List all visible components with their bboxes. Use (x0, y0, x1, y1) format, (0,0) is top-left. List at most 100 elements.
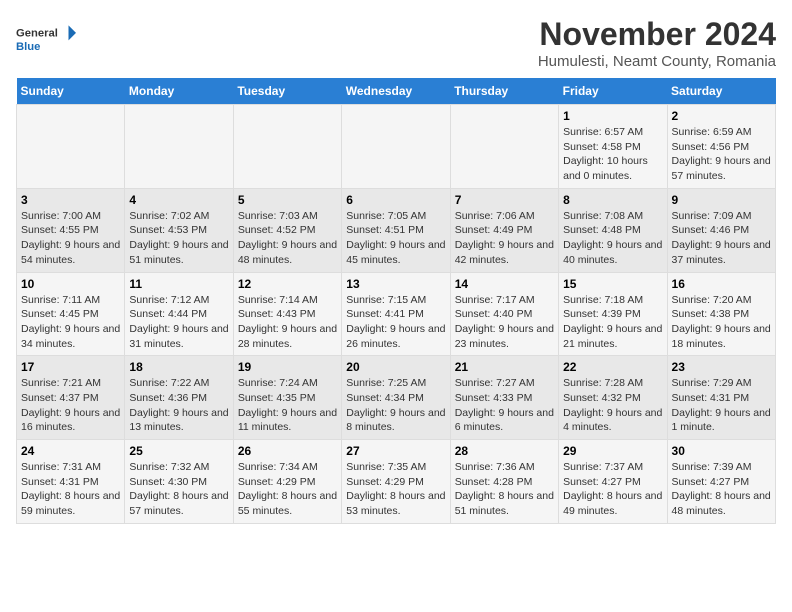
calendar-cell: 1Sunrise: 6:57 AM Sunset: 4:58 PM Daylig… (559, 105, 667, 189)
day-number: 3 (21, 193, 120, 207)
day-info: Sunrise: 7:15 AM Sunset: 4:41 PM Dayligh… (346, 293, 445, 352)
calendar-cell: 9 Sunrise: 7:09 AM Sunset: 4:46 PM Daylig… (667, 188, 775, 272)
calendar-cell: 18 Sunrise: 7:22 AM Sunset: 4:36 PM Dayli… (125, 356, 233, 440)
day-info: Sunrise: 7:27 AM Sunset: 4:33 PM Dayligh… (455, 376, 554, 435)
calendar-cell: 10Sunrise: 7:11 AM Sunset: 4:45 PM Dayli… (17, 272, 125, 356)
calendar-cell: 3 Sunrise: 7:00 AM Sunset: 4:55 PM Daylig… (17, 188, 125, 272)
day-info: Sunrise: 7:09 AM Sunset: 4:46 PM Dayligh… (672, 209, 771, 268)
day-number: 23 (672, 360, 771, 374)
weekday-header: Monday (125, 78, 233, 105)
day-info: Sunrise: 7:36 AM Sunset: 4:28 PM Dayligh… (455, 460, 554, 519)
calendar-cell (17, 105, 125, 189)
calendar-cell: 12 Sunrise: 7:14 AM Sunset: 4:43 PM Dayli… (233, 272, 341, 356)
day-number: 19 (238, 360, 337, 374)
day-number: 26 (238, 444, 337, 458)
calendar-cell (125, 105, 233, 189)
day-number: 7 (455, 193, 554, 207)
logo-svg: General Blue (16, 16, 76, 61)
day-info: Sunrise: 7:00 AM Sunset: 4:55 PM Dayligh… (21, 209, 120, 268)
calendar-cell: 17 Sunrise: 7:21 AM Sunset: 4:37 PM Dayli… (17, 356, 125, 440)
calendar-cell: 29 Sunrise: 7:37 AM Sunset: 4:27 PM Dayli… (559, 440, 667, 524)
calendar-cell: 6 Sunrise: 7:05 AM Sunset: 4:51 PM Daylig… (342, 188, 450, 272)
calendar-cell: 11 Sunrise: 7:12 AM Sunset: 4:44 PM Dayli… (125, 272, 233, 356)
day-info: Sunrise: 7:03 AM Sunset: 4:52 PM Dayligh… (238, 209, 337, 268)
day-number: 5 (238, 193, 337, 207)
day-number: 22 (563, 360, 662, 374)
calendar-cell: 20 Sunrise: 7:25 AM Sunset: 4:34 PM Dayli… (342, 356, 450, 440)
weekday-header: Friday (559, 78, 667, 105)
calendar-cell (342, 105, 450, 189)
day-number: 29 (563, 444, 662, 458)
day-info: Sunrise: 7:20 AM Sunset: 4:38 PM Dayligh… (672, 293, 771, 352)
calendar-cell: 2 Sunrise: 6:59 AM Sunset: 4:56 PM Daylig… (667, 105, 775, 189)
day-info: Sunrise: 7:06 AM Sunset: 4:49 PM Dayligh… (455, 209, 554, 268)
day-number: 18 (129, 360, 228, 374)
day-number: 9 (672, 193, 771, 207)
calendar-cell: 13 Sunrise: 7:15 AM Sunset: 4:41 PM Dayli… (342, 272, 450, 356)
day-info: Sunrise: 7:25 AM Sunset: 4:34 PM Dayligh… (346, 376, 445, 435)
logo: General Blue (16, 16, 76, 61)
day-number: 21 (455, 360, 554, 374)
day-number: 25 (129, 444, 228, 458)
calendar-week-row: 24Sunrise: 7:31 AM Sunset: 4:31 PM Dayli… (17, 440, 776, 524)
weekday-header: Sunday (17, 78, 125, 105)
weekday-header: Saturday (667, 78, 775, 105)
calendar-cell: 23 Sunrise: 7:29 AM Sunset: 4:31 PM Dayli… (667, 356, 775, 440)
day-info: Sunrise: 6:59 AM Sunset: 4:56 PM Dayligh… (672, 125, 771, 184)
day-number: 17 (21, 360, 120, 374)
day-info: Sunrise: 7:14 AM Sunset: 4:43 PM Dayligh… (238, 293, 337, 352)
day-number: 12 (238, 277, 337, 291)
calendar-week-row: 17 Sunrise: 7:21 AM Sunset: 4:37 PM Dayli… (17, 356, 776, 440)
calendar-cell: 16Sunrise: 7:20 AM Sunset: 4:38 PM Dayli… (667, 272, 775, 356)
day-info: Sunrise: 7:11 AM Sunset: 4:45 PM Dayligh… (21, 293, 120, 352)
calendar-cell: 28 Sunrise: 7:36 AM Sunset: 4:28 PM Dayli… (450, 440, 558, 524)
day-info: Sunrise: 7:17 AM Sunset: 4:40 PM Dayligh… (455, 293, 554, 352)
calendar-cell: 21 Sunrise: 7:27 AM Sunset: 4:33 PM Dayli… (450, 356, 558, 440)
calendar-week-row: 1Sunrise: 6:57 AM Sunset: 4:58 PM Daylig… (17, 105, 776, 189)
day-info: Sunrise: 7:29 AM Sunset: 4:31 PM Dayligh… (672, 376, 771, 435)
day-number: 2 (672, 109, 771, 123)
day-info: Sunrise: 7:37 AM Sunset: 4:27 PM Dayligh… (563, 460, 662, 519)
calendar-cell: 26Sunrise: 7:34 AM Sunset: 4:29 PM Dayli… (233, 440, 341, 524)
day-number: 20 (346, 360, 445, 374)
day-number: 6 (346, 193, 445, 207)
calendar-table: SundayMondayTuesdayWednesdayThursdayFrid… (16, 78, 776, 524)
day-number: 27 (346, 444, 445, 458)
weekday-header: Tuesday (233, 78, 341, 105)
day-number: 14 (455, 277, 554, 291)
subtitle: Humulesti, Neamt County, Romania (538, 53, 776, 70)
calendar-week-row: 10Sunrise: 7:11 AM Sunset: 4:45 PM Dayli… (17, 272, 776, 356)
day-number: 13 (346, 277, 445, 291)
calendar-cell: 4 Sunrise: 7:02 AM Sunset: 4:53 PM Daylig… (125, 188, 233, 272)
day-info: Sunrise: 7:32 AM Sunset: 4:30 PM Dayligh… (129, 460, 228, 519)
weekday-header-row: SundayMondayTuesdayWednesdayThursdayFrid… (17, 78, 776, 105)
weekday-header: Wednesday (342, 78, 450, 105)
day-info: Sunrise: 7:02 AM Sunset: 4:53 PM Dayligh… (129, 209, 228, 268)
calendar-cell: 5 Sunrise: 7:03 AM Sunset: 4:52 PM Daylig… (233, 188, 341, 272)
day-info: Sunrise: 7:08 AM Sunset: 4:48 PM Dayligh… (563, 209, 662, 268)
day-info: Sunrise: 7:24 AM Sunset: 4:35 PM Dayligh… (238, 376, 337, 435)
header: General Blue November 2024 Humulesti, Ne… (16, 16, 776, 70)
calendar-cell: 15Sunrise: 7:18 AM Sunset: 4:39 PM Dayli… (559, 272, 667, 356)
calendar-cell: 22Sunrise: 7:28 AM Sunset: 4:32 PM Dayli… (559, 356, 667, 440)
title-area: November 2024 Humulesti, Neamt County, R… (538, 16, 776, 70)
day-number: 4 (129, 193, 228, 207)
day-number: 1 (563, 109, 662, 123)
calendar-cell (233, 105, 341, 189)
day-number: 8 (563, 193, 662, 207)
day-info: Sunrise: 7:35 AM Sunset: 4:29 PM Dayligh… (346, 460, 445, 519)
day-info: Sunrise: 7:12 AM Sunset: 4:44 PM Dayligh… (129, 293, 228, 352)
day-info: Sunrise: 7:39 AM Sunset: 4:27 PM Dayligh… (672, 460, 771, 519)
calendar-cell: 24Sunrise: 7:31 AM Sunset: 4:31 PM Dayli… (17, 440, 125, 524)
day-number: 28 (455, 444, 554, 458)
day-info: Sunrise: 7:21 AM Sunset: 4:37 PM Dayligh… (21, 376, 120, 435)
main-title: November 2024 (538, 16, 776, 53)
day-number: 24 (21, 444, 120, 458)
day-info: Sunrise: 7:05 AM Sunset: 4:51 PM Dayligh… (346, 209, 445, 268)
weekday-header: Thursday (450, 78, 558, 105)
day-info: Sunrise: 7:22 AM Sunset: 4:36 PM Dayligh… (129, 376, 228, 435)
calendar-cell (450, 105, 558, 189)
calendar-cell: 8 Sunrise: 7:08 AM Sunset: 4:48 PM Daylig… (559, 188, 667, 272)
svg-text:General: General (16, 28, 58, 40)
day-number: 11 (129, 277, 228, 291)
